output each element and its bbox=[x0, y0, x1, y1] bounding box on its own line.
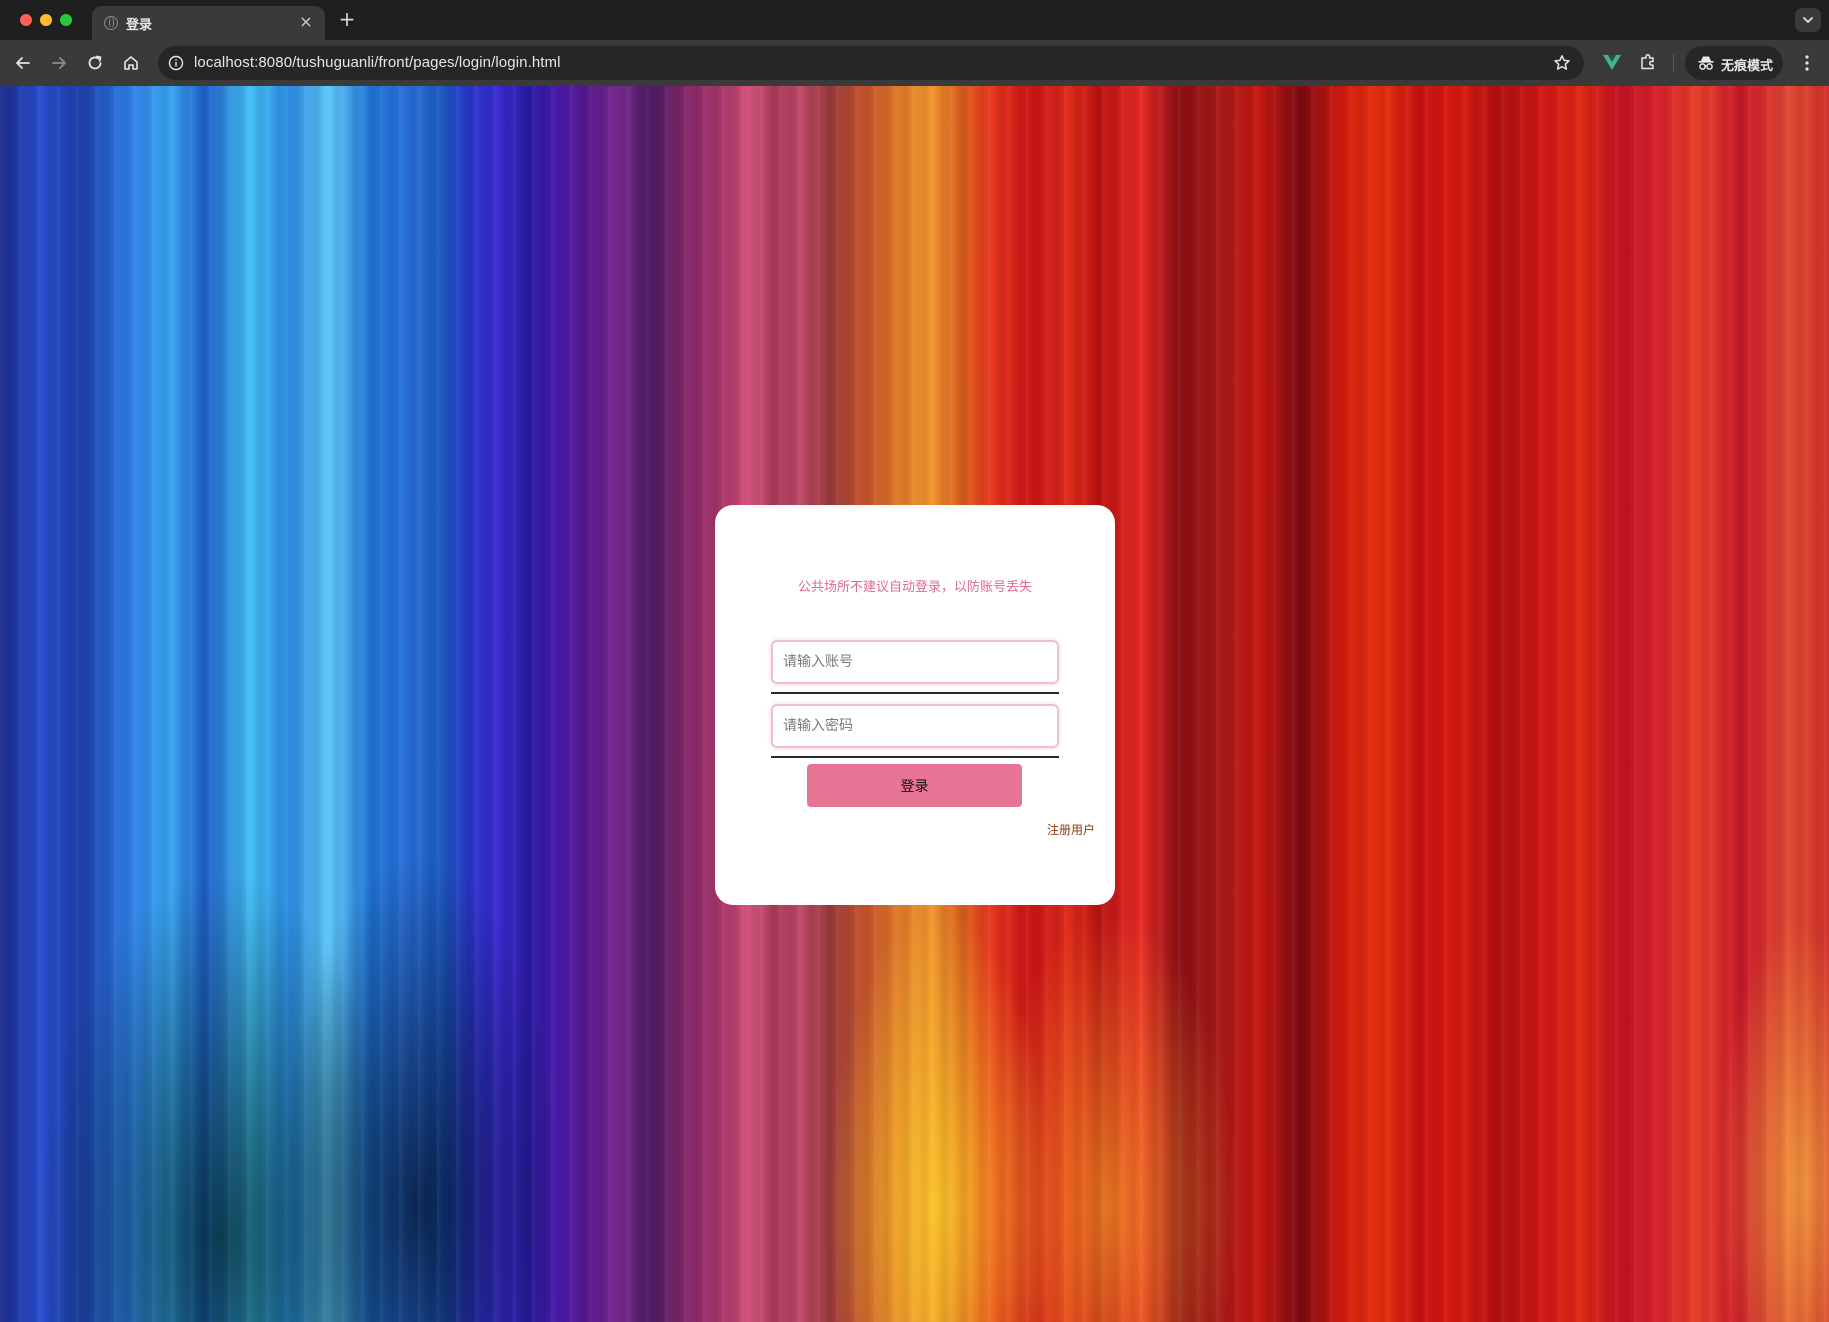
browser-toolbar: localhost:8080/tushuguanli/front/pages/l… bbox=[0, 40, 1829, 86]
window-minimize-button[interactable] bbox=[40, 14, 52, 26]
tab-title: 登录 bbox=[126, 18, 153, 33]
toolbar-divider bbox=[1673, 54, 1674, 72]
forward-button[interactable] bbox=[47, 51, 71, 75]
tab-strip: 登录 × + bbox=[0, 0, 1829, 40]
chevron-down-icon bbox=[1803, 17, 1813, 23]
window-close-button[interactable] bbox=[20, 14, 32, 26]
incognito-label: 无痕模式 bbox=[1721, 59, 1774, 74]
new-tab-button[interactable]: + bbox=[336, 8, 358, 30]
login-button[interactable]: 登录 bbox=[807, 764, 1022, 807]
incognito-icon bbox=[1698, 56, 1714, 70]
reload-icon bbox=[88, 55, 102, 70]
window-maximize-button[interactable] bbox=[60, 14, 72, 26]
globe-icon bbox=[104, 16, 118, 30]
back-button[interactable] bbox=[11, 51, 35, 75]
puzzle-icon[interactable] bbox=[1637, 51, 1659, 73]
kebab-menu-icon[interactable] bbox=[1795, 51, 1819, 75]
incognito-indicator[interactable]: 无痕模式 bbox=[1685, 46, 1783, 80]
address-url[interactable]: localhost:8080/tushuguanli/front/pages/l… bbox=[194, 54, 561, 71]
account-input[interactable] bbox=[771, 640, 1059, 684]
vue-devtools-icon[interactable] bbox=[1601, 51, 1623, 73]
login-card: 公共场所不建议自动登录，以防账号丢失 登录 注册用户 bbox=[715, 505, 1115, 905]
info-icon[interactable] bbox=[168, 55, 184, 71]
page-viewport: 公共场所不建议自动登录，以防账号丢失 登录 注册用户 bbox=[0, 86, 1829, 1322]
password-underline bbox=[771, 756, 1059, 758]
tab-login[interactable]: 登录 × bbox=[92, 6, 325, 40]
password-input[interactable] bbox=[771, 704, 1059, 748]
register-link[interactable]: 注册用户 bbox=[1047, 821, 1095, 838]
star-icon[interactable] bbox=[1552, 53, 1572, 73]
browser-window: 登录 × + localhost:8080/tushuguanli/front/… bbox=[0, 0, 1829, 1322]
auto-login-notice: 公共场所不建议自动登录，以防账号丢失 bbox=[797, 580, 1032, 595]
home-button[interactable] bbox=[119, 51, 143, 75]
close-icon[interactable]: × bbox=[297, 13, 315, 31]
arrow-left-icon bbox=[16, 57, 30, 69]
arrow-right-icon bbox=[52, 57, 66, 69]
reload-button[interactable] bbox=[83, 51, 107, 75]
address-bar[interactable]: localhost:8080/tushuguanli/front/pages/l… bbox=[158, 46, 1584, 80]
account-underline bbox=[771, 692, 1059, 694]
home-icon bbox=[124, 56, 138, 70]
tab-search-button[interactable] bbox=[1795, 8, 1821, 32]
